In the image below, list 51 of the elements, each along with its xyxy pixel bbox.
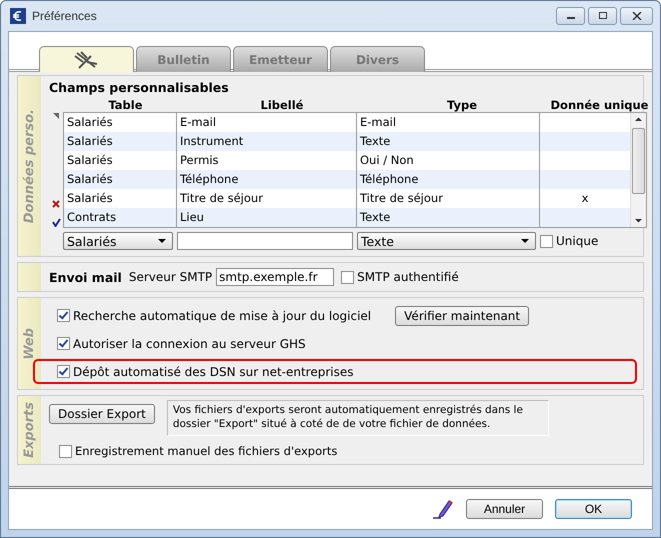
smtp-auth-checkbox[interactable]: SMTP authentifié <box>341 270 459 284</box>
check-mark-icon <box>52 218 60 227</box>
app-logo-icon <box>10 8 26 24</box>
caret-icon <box>158 238 166 244</box>
maximize-button[interactable] <box>588 7 617 25</box>
option-checkbox[interactable]: Dépôt automatisé des DSN sur net-entreprises <box>57 364 354 378</box>
field-label: Serveur SMTP <box>128 270 212 284</box>
row-pointer-icon <box>52 113 60 120</box>
unique-checkbox[interactable]: Unique <box>540 234 598 248</box>
option-checkbox[interactable]: Recherche automatique de mise à jour du logiciel <box>57 308 372 322</box>
section-label: Web <box>22 328 37 360</box>
section-title: Champs personnalisables <box>49 80 230 95</box>
pencil-icon[interactable] <box>432 499 454 519</box>
table-cell: Texte <box>357 132 540 151</box>
minimize-button[interactable] <box>556 7 585 25</box>
table-cell: Salariés <box>64 170 177 189</box>
column-header: Libellé <box>260 98 304 112</box>
window-title: Préférences <box>32 9 97 23</box>
table-cell-text: x <box>580 190 590 207</box>
section-title: Envoi mail <box>49 270 122 284</box>
side-strip <box>18 263 41 291</box>
dialog-button[interactable]: Annuler <box>466 499 543 519</box>
delete-mark-icon <box>52 200 60 208</box>
table-cell: Téléphone <box>357 170 540 189</box>
section-label: Données perso. <box>22 108 37 224</box>
export-folder-button[interactable]: Dossier Export <box>49 404 155 424</box>
table-cell: Texte <box>357 208 540 227</box>
column-header: Table <box>107 98 144 112</box>
scrollbar[interactable] <box>630 113 646 227</box>
column-header: Type <box>446 98 478 112</box>
info-note: Vos fichiers d'exports seront automatiquement enregistrés dans le dossier "Export" situé à coté de de votre fichier de données. <box>166 400 549 436</box>
check-now-button[interactable]: Vérifier maintenant <box>395 306 530 326</box>
table-dropdown[interactable]: Salariés <box>63 232 173 250</box>
label-input-field[interactable] <box>177 232 353 250</box>
table-cell: Salariés <box>64 132 177 151</box>
close-button[interactable] <box>620 7 653 25</box>
caret-icon <box>521 238 529 244</box>
table-cell: Téléphone <box>177 170 357 189</box>
close-icon <box>632 12 642 20</box>
section-label: Exports <box>22 402 37 458</box>
dialog-button[interactable]: OK <box>555 499 632 519</box>
option-checkbox[interactable]: Autoriser la connexion au serveur GHS <box>57 336 306 350</box>
tab[interactable] <box>39 46 134 72</box>
type-dropdown[interactable]: Texte <box>357 232 536 250</box>
table-cell: Instrument <box>177 132 357 151</box>
manual-export-checkbox[interactable]: Enregistrement manuel des fichiers d'exports <box>59 444 637 458</box>
table-cell: Lieu <box>177 208 357 227</box>
table-cell: Contrats <box>64 208 177 227</box>
maximize-icon <box>598 12 608 20</box>
column-header: Donnée unique <box>550 98 650 112</box>
smtp-input-field[interactable]: smtp.exemple.fr <box>216 268 334 286</box>
